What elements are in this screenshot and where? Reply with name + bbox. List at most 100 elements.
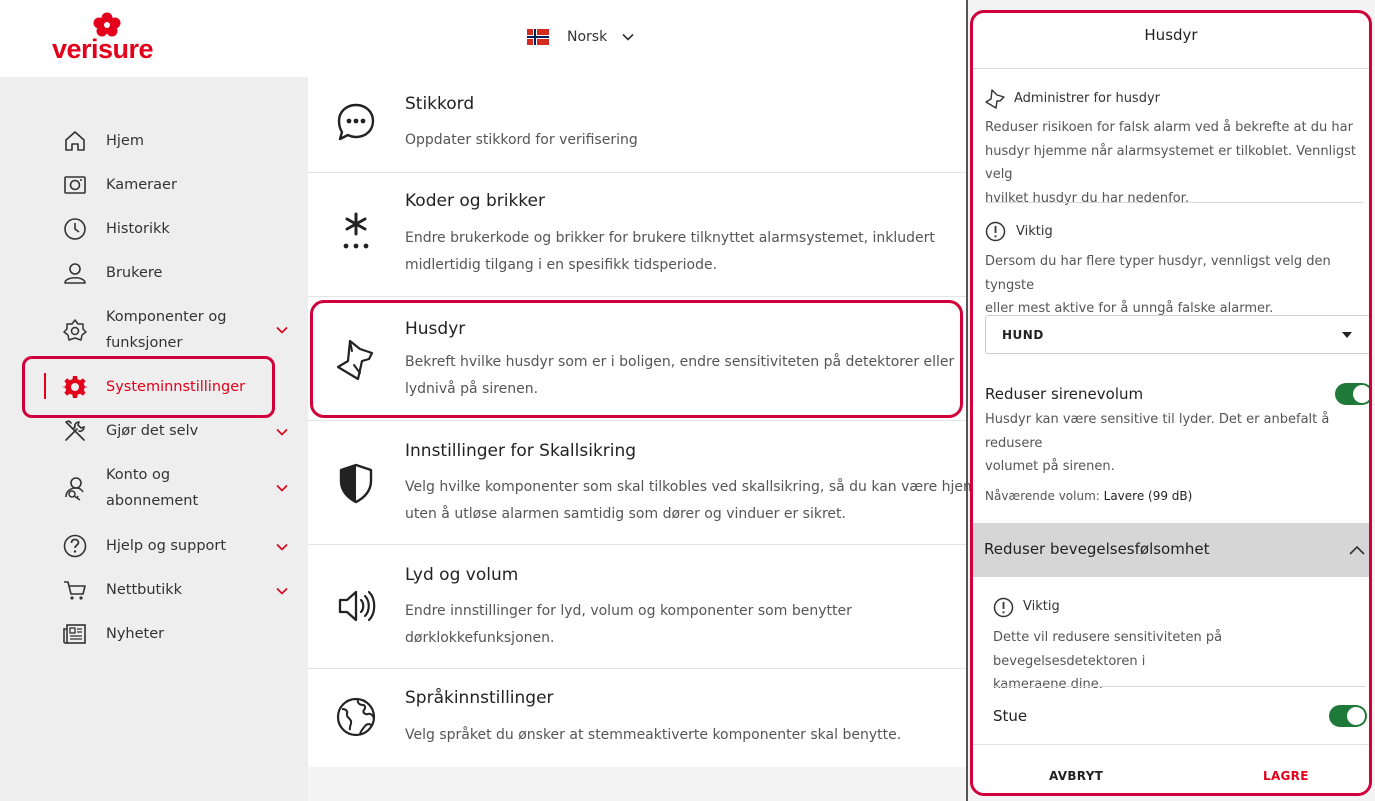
chevron-down-icon <box>276 428 288 436</box>
sidebar-item-label: abonnement <box>106 493 199 509</box>
sidebar-item-kameraer[interactable]: Kameraer <box>62 172 297 198</box>
reduce-motion-accordion[interactable]: Reduser bevegelsesfølsomhet <box>973 523 1369 577</box>
setting-description-line: uten å utløse alarmen samtidig som dører… <box>405 505 846 522</box>
room-label: Stue <box>993 707 1028 725</box>
setting-row-stikkord[interactable]: Stikkord Oppdater stikkord for verifiser… <box>308 77 968 173</box>
setting-row-skallsikring[interactable]: Innstillinger for Skallsikring Velg hvil… <box>308 421 970 545</box>
sidebar-item-komponenter[interactable]: Komponenter og funksjoner <box>62 304 297 356</box>
reduce-siren-label: Reduser sirenevolum <box>985 385 1144 403</box>
sidebar-item-konto[interactable]: Konto og abonnement <box>62 462 297 514</box>
highlight-outline <box>22 356 275 418</box>
sidebar-item-hjelp[interactable]: Hjelp og support <box>62 533 297 559</box>
globe-icon <box>336 697 376 737</box>
language-selector[interactable]: Norsk <box>527 24 635 50</box>
shield-icon <box>339 463 373 504</box>
setting-description-line: Velg språket du ønsker at stemmeaktivert… <box>405 727 902 743</box>
reduce-siren-toggle[interactable] <box>1335 383 1369 405</box>
paw-tag-icon <box>985 89 1005 109</box>
current-volume-prefix: Nåværende volum: <box>985 489 1100 503</box>
sidebar-item-hjem[interactable]: Hjem <box>62 128 297 154</box>
settings-list: Stikkord Oppdater stikkord for verifiser… <box>308 77 970 767</box>
setting-description: Endre innstillinger for lyd, volum og ko… <box>405 598 970 651</box>
setting-description: Velg språket du ønsker at stemmeaktivert… <box>405 722 970 749</box>
chevron-down-icon <box>276 484 288 492</box>
room-stue-toggle[interactable] <box>1329 705 1367 727</box>
text-line: Reduser risikoen for falsk alarm ved å b… <box>985 120 1353 135</box>
top-bar: verisure Norsk <box>0 0 968 77</box>
manage-pets-text: Reduser risikoen for falsk alarm ved å b… <box>985 116 1369 210</box>
current-volume-value: Lavere (99 dB) <box>1103 489 1193 503</box>
sidebar-item-nyheter[interactable]: Nyheter <box>62 621 297 647</box>
account-icon <box>65 477 84 501</box>
sidebar-item-historikk[interactable]: Historikk <box>62 216 297 242</box>
important-label: Viktig <box>1016 224 1053 239</box>
help-icon <box>63 534 87 558</box>
speaker-icon <box>338 590 376 622</box>
sidebar-item-label: Komponenter og <box>106 309 227 325</box>
dog-icon <box>336 339 374 381</box>
setting-row-sprak[interactable]: Språkinnstillinger Velg språket du ønske… <box>308 669 968 767</box>
reduce-siren-text: Husdyr kan være sensitive til lyder. Det… <box>985 408 1369 479</box>
chevron-down-icon <box>276 326 288 334</box>
setting-description-line: Endre innstillinger for lyd, volum og ko… <box>405 603 852 619</box>
cancel-button[interactable]: AVBRYT <box>1049 769 1103 783</box>
cart-icon <box>64 581 86 600</box>
panel-title: Husdyr <box>1144 26 1198 44</box>
setting-row-husdyr[interactable]: Husdyr Bekreft hvilke husdyr som er i bo… <box>308 297 968 421</box>
setting-title: Stikkord <box>405 94 475 114</box>
save-button[interactable]: LAGRE <box>1263 769 1309 783</box>
info-icon <box>993 597 1014 618</box>
components-icon <box>63 319 87 341</box>
setting-description: Oppdater stikkord for verifisering <box>405 127 970 154</box>
husdyr-panel: Husdyr Administrer for husdyr Reduser ri… <box>970 10 1372 796</box>
sidebar-item-label: Kameraer <box>106 177 177 193</box>
text-line: husdyr hjemme når alarmsystemet er tilko… <box>985 143 1356 183</box>
setting-title: Koder og brikker <box>405 191 545 211</box>
sidebar-item-label: Nettbutikk <box>106 582 183 598</box>
asterisk-code-icon <box>343 212 369 249</box>
setting-title: Språkinnstillinger <box>405 688 554 708</box>
norway-flag-icon <box>527 29 549 45</box>
setting-description-line: Velg hvilke komponenter som skal tilkobl… <box>405 479 970 495</box>
reduce-motion-label: Reduser bevegelsesfølsomhet <box>984 540 1210 558</box>
setting-row-lyd[interactable]: Lyd og volum Endre innstillinger for lyd… <box>308 545 968 669</box>
sidebar-item-gjor-det-selv[interactable]: Gjør det selv <box>62 418 297 444</box>
setting-title: Lyd og volum <box>405 565 519 585</box>
motion-important-label: Viktig <box>1023 599 1060 614</box>
sidebar-item-brukere[interactable]: Brukere <box>62 260 297 286</box>
clock-icon <box>64 218 86 240</box>
sidebar-item-label: Nyheter <box>106 626 165 642</box>
setting-description: Velg hvilke komponenter som skal tilkobl… <box>405 474 970 527</box>
chevron-down-icon <box>276 543 288 551</box>
important-text: Dersom du har flere typer husdyr, vennli… <box>985 250 1369 321</box>
setting-row-koder[interactable]: Koder og brikker Endre brukerkode og bri… <box>308 173 968 297</box>
chevron-down-icon <box>276 587 288 595</box>
caret-down-icon <box>1342 332 1352 338</box>
setting-title: Innstillinger for Skallsikring <box>405 441 637 461</box>
verisure-logo[interactable]: verisure <box>52 12 164 64</box>
sidebar-item-label-group: Komponenter og funksjoner <box>106 304 256 356</box>
toggle-knob <box>1347 707 1365 725</box>
text-line: volumet på sirenen. <box>985 459 1115 474</box>
panel-divider <box>966 0 968 801</box>
sidebar-item-label: Historikk <box>106 221 170 237</box>
text-line: kameraene dine. <box>993 677 1103 692</box>
toggle-knob <box>1353 385 1369 403</box>
text-line: Dersom du har flere typer husdyr, vennli… <box>985 254 1331 293</box>
sidebar: Hjem Kameraer Historikk Brukere Komponen… <box>0 77 308 801</box>
sidebar-item-label: Gjør det selv <box>106 423 199 439</box>
pet-type-select[interactable]: HUND <box>985 315 1369 354</box>
logo-text: verisure <box>52 34 154 64</box>
current-volume: Nåværende volum: Lavere (99 dB) <box>985 489 1192 503</box>
divider <box>973 68 1369 69</box>
chevron-up-icon <box>1349 545 1365 555</box>
divider <box>993 686 1365 687</box>
setting-description-line: midlertidig tilgang i en spesifikk tidsp… <box>405 256 718 273</box>
tools-icon <box>65 420 85 441</box>
text-line: Husdyr kan være sensitive til lyder. Det… <box>985 412 1330 451</box>
news-icon <box>63 624 86 644</box>
setting-description-line: lydnivå på sirenen. <box>405 380 539 397</box>
setting-title: Husdyr <box>405 319 466 339</box>
home-icon <box>65 131 85 151</box>
sidebar-item-nettbutikk[interactable]: Nettbutikk <box>62 577 297 603</box>
